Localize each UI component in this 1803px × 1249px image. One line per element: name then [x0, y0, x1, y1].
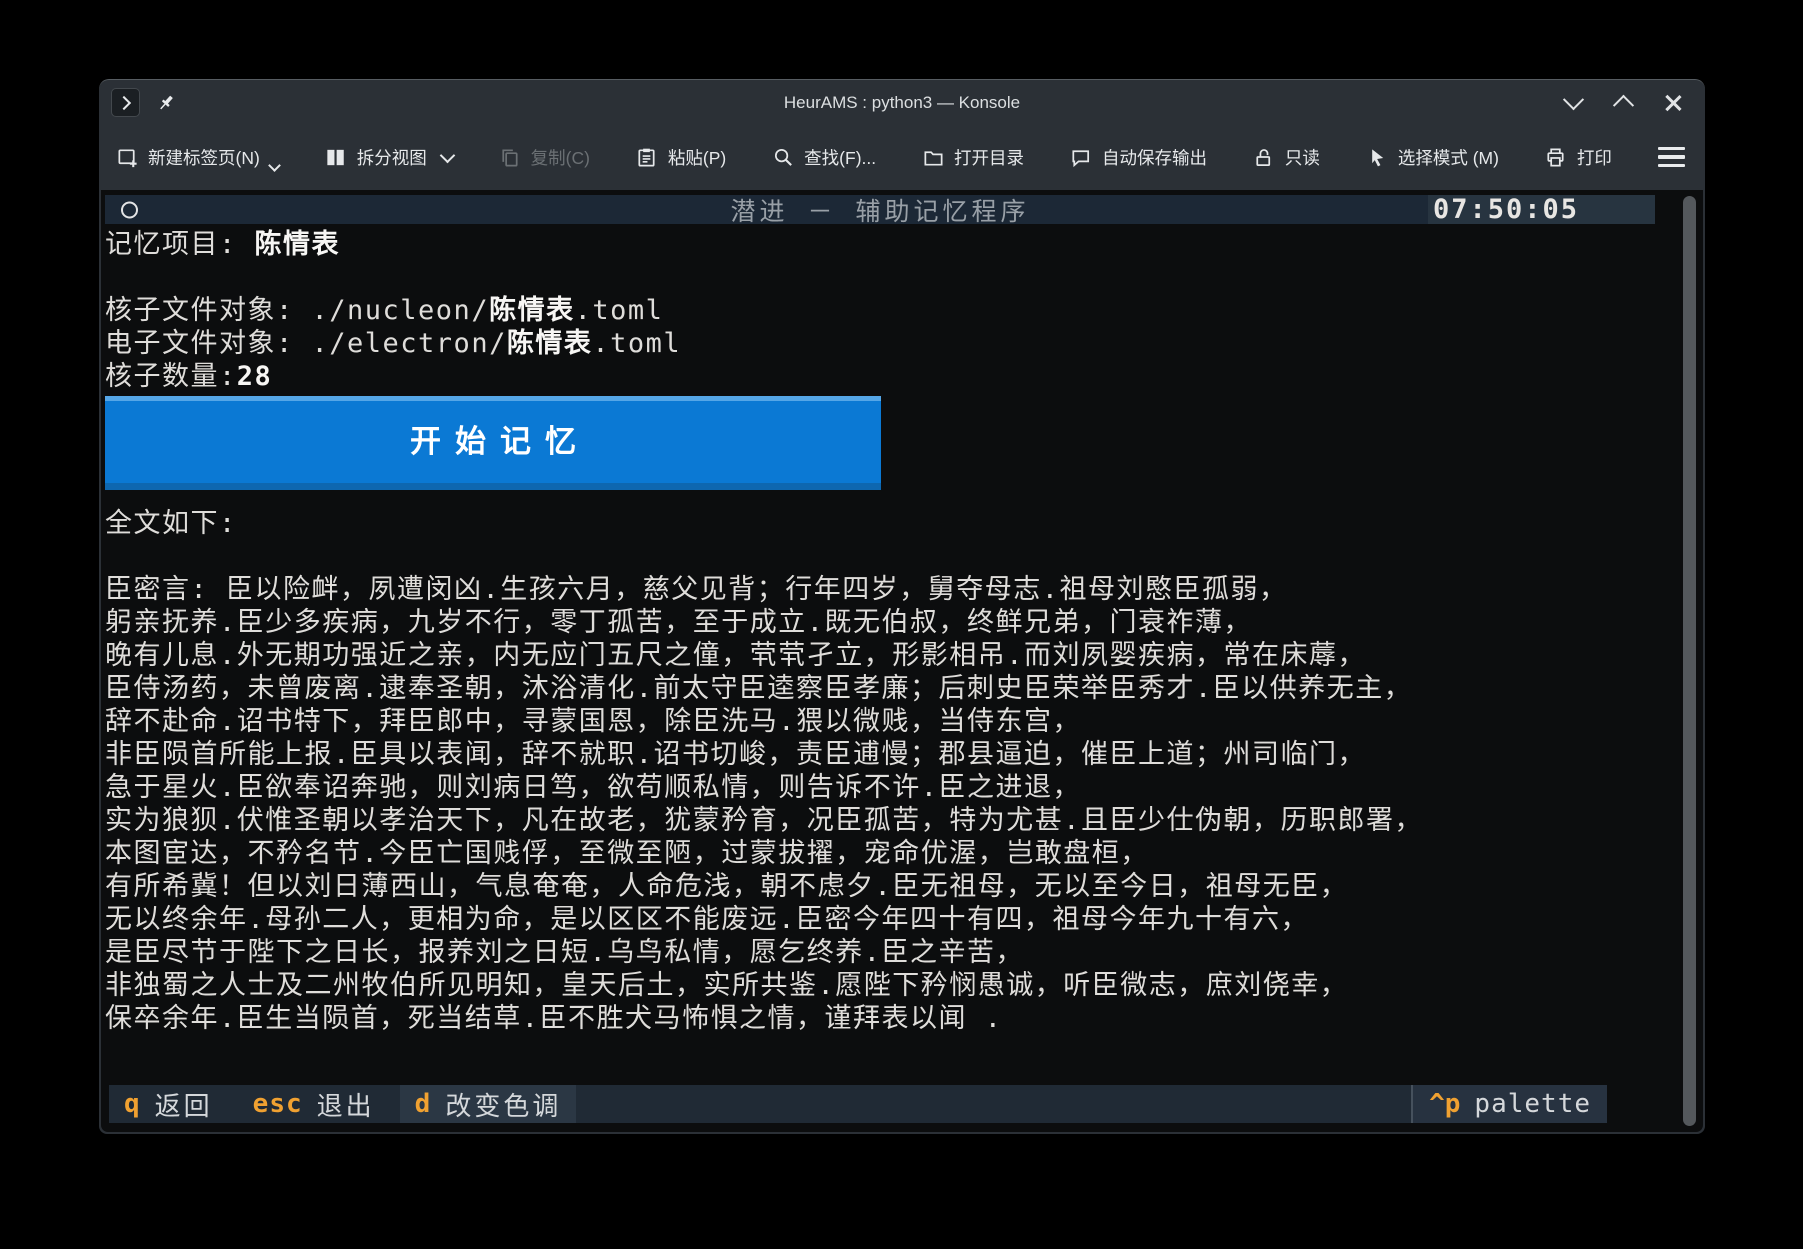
- toolbar: 新建标签页(N) 拆分视图 复制(C) 粘贴(P) 查找(F)... 打开目录 自动保存输出…: [99, 125, 1705, 189]
- toolbar-label: 打印: [1577, 145, 1612, 170]
- body-text-line: 无以终余年.母孙二人，更相为命，是以区区不能废远.臣密今年四十有四，祖母今年九十…: [105, 903, 1655, 936]
- footer-shortcuts: q 返回 esc 退出 d 改变色调: [109, 1085, 586, 1123]
- body-text-line: 本图宦达，不矜名节.今臣亡国贱俘，至微至陋，过蒙拔擢，宠命优渥，岂敢盘桓，: [105, 837, 1655, 870]
- close-icon: [1664, 94, 1682, 112]
- search-icon: [771, 145, 795, 169]
- folder-icon: [921, 145, 945, 169]
- body-text-line: 晚有儿息.外无期功强近之亲，内无应门五尺之僮，茕茕孑立，形影相吊.而刘夙婴疾病，…: [105, 639, 1655, 672]
- maximize-button[interactable]: [1613, 93, 1633, 113]
- toolbar-button-search[interactable]: 查找(F)...: [771, 145, 876, 170]
- shortcut-key: q: [124, 1089, 141, 1119]
- memorial-text: 臣密言: 臣以险衅，夙遭闵凶.生孩六月，慈父见背；行年四岁，舅夺母志.祖母刘愍臣…: [105, 573, 1655, 1035]
- body-text-line: 实为狼狈.伏惟圣朝以孝治天下，凡在故老，犹蒙矜育，况臣孤苦，特为尤甚.且臣少仕伪…: [105, 804, 1655, 837]
- toolbar-button-folder[interactable]: 打开目录: [921, 145, 1024, 170]
- shortcut-esc[interactable]: esc 退出: [238, 1085, 390, 1123]
- body-text-line: 急于星火.臣欲奉诏奔驰，则刘病日笃，欲苟顺私情，则告诉不许.臣之进退，: [105, 771, 1655, 804]
- prompt-chevron-icon: [117, 95, 131, 109]
- minimize-button[interactable]: [1563, 93, 1583, 113]
- shortcut-q[interactable]: q 返回: [109, 1085, 228, 1123]
- tui-footer-bar: q 返回 esc 退出 d 改变色调 ^p palette: [109, 1085, 1607, 1123]
- palette-label: palette: [1474, 1089, 1591, 1119]
- terminal-tab-icon[interactable]: [111, 88, 140, 117]
- pin-icon[interactable]: [155, 92, 177, 114]
- toolbar-button-paste[interactable]: 粘贴(P): [635, 145, 726, 170]
- toolbar-button-speech-bubble[interactable]: 自动保存输出: [1069, 145, 1207, 170]
- shortcut-key: esc: [253, 1089, 303, 1119]
- split-view-icon: [324, 145, 348, 169]
- toolbar-label: 自动保存输出: [1102, 145, 1207, 170]
- toolbar-label: 拆分视图: [357, 145, 427, 170]
- tui-header-bar: 潜进 － 辅助记忆程序 07:50:05: [105, 195, 1655, 224]
- shortcut-d[interactable]: d 改变色调: [400, 1085, 577, 1123]
- shortcut-key: d: [415, 1089, 432, 1119]
- close-button[interactable]: [1663, 93, 1683, 113]
- toolbar-button-split-view[interactable]: 拆分视图: [324, 145, 453, 170]
- cursor-icon: [1365, 145, 1389, 169]
- chevron-down-icon: [1562, 89, 1583, 110]
- project-value: 陈情表: [255, 229, 341, 260]
- chevron-down-icon: [439, 147, 455, 163]
- body-text-line: 有所希冀！但以刘日薄西山，气息奄奄，人命危浅，朝不虑夕.臣无祖母，无以至今日，祖…: [105, 870, 1655, 903]
- tui-content: 记忆项目: 陈情表 核子文件对象: ./nucleon/陈情表.toml 电子文…: [105, 224, 1655, 1035]
- window-controls: [1563, 93, 1683, 113]
- toolbar-label: 复制(C): [531, 145, 590, 170]
- chevron-down-icon: [268, 159, 281, 172]
- konsole-window: HeurAMS : python3 — Konsole 新建标签页(N) 拆分视图…: [99, 79, 1705, 1134]
- toolbar-label: 查找(F)...: [804, 145, 876, 170]
- palette-shortcut[interactable]: ^p palette: [1411, 1085, 1607, 1123]
- scrollbar-thumb[interactable]: [1683, 196, 1696, 1126]
- nucleon-file-line: 核子文件对象: ./nucleon/陈情表.toml: [105, 294, 1655, 327]
- toolbar-label: 选择模式 (M): [1398, 145, 1499, 170]
- body-heading: 全文如下:: [105, 507, 1655, 540]
- toolbar-button-lock-open[interactable]: 只读: [1252, 145, 1320, 170]
- body-text-line: 臣密言: 臣以险衅，夙遭闵凶.生孩六月，慈父见背；行年四岁，舅夺母志.祖母刘愍臣…: [105, 573, 1655, 606]
- new-tab-icon: [115, 145, 139, 169]
- toolbar-label: 新建标签页(N): [148, 145, 260, 170]
- body-text-line: 臣侍汤药，未曾废离.逮奉圣朝，沐浴清化.前太守臣逵察臣孝廉；后刺史臣荣举臣秀才.…: [105, 672, 1655, 705]
- toolbar-label: 只读: [1285, 145, 1320, 170]
- nucleon-count-value: 28: [237, 361, 273, 392]
- toolbar-label: 打开目录: [954, 145, 1024, 170]
- toolbar-button-copy: 复制(C): [498, 145, 590, 170]
- hamburger-menu-icon[interactable]: [1658, 147, 1685, 167]
- toolbar-button-new-tab[interactable]: 新建标签页(N): [115, 145, 279, 170]
- terminal-viewport[interactable]: 潜进 － 辅助记忆程序 07:50:05 记忆项目: 陈情表 核子文件对象: .…: [101, 190, 1703, 1132]
- chevron-up-icon: [1612, 95, 1633, 116]
- toolbar-items: 新建标签页(N) 拆分视图 复制(C) 粘贴(P) 查找(F)... 打开目录 自动保存输出…: [115, 145, 1612, 170]
- paste-icon: [635, 145, 659, 169]
- body-text-line: 是臣尽节于陛下之日长，报养刘之日短.乌鸟私情，愿乞终养.臣之辛苦，: [105, 936, 1655, 969]
- titlebar: HeurAMS : python3 — Konsole: [99, 80, 1705, 125]
- nucleon-count-line: 核子数量:28: [105, 360, 1655, 393]
- electron-file-line: 电子文件对象: ./electron/陈情表.toml: [105, 327, 1655, 360]
- tui-app: 潜进 － 辅助记忆程序 07:50:05 记忆项目: 陈情表 核子文件对象: .…: [105, 190, 1655, 1132]
- body-text-line: 非独蜀之人士及二州牧伯所见明知，皇天后土，实所共鉴.愿陛下矜悯愚诚，听臣微志，庶…: [105, 969, 1655, 1002]
- clock: 07:50:05: [1428, 195, 1655, 224]
- body-text-line: 非臣陨首所能上报.臣具以表闻，辞不就职.诏书切峻，责臣逋慢；郡县逼迫，催臣上道；…: [105, 738, 1655, 771]
- palette-key: ^p: [1429, 1089, 1460, 1119]
- spinner-circle-icon: [121, 201, 138, 218]
- body-text-line: 辞不赴命.诏书特下，拜臣郎中，寻蒙国恩，除臣洗马.猥以微贱，当侍东宫，: [105, 705, 1655, 738]
- toolbar-button-cursor[interactable]: 选择模式 (M): [1365, 145, 1499, 170]
- shortcut-label: 退出: [317, 1086, 375, 1123]
- shortcut-label: 改变色调: [445, 1086, 561, 1123]
- window-title: HeurAMS : python3 — Konsole: [784, 93, 1020, 113]
- lock-open-icon: [1252, 145, 1276, 169]
- toolbar-button-printer[interactable]: 打印: [1544, 145, 1612, 170]
- start-memorize-button[interactable]: 开始记忆: [105, 396, 881, 490]
- shortcut-label: 返回: [155, 1086, 213, 1123]
- speech-bubble-icon: [1069, 145, 1093, 169]
- project-line: 记忆项目: 陈情表: [105, 228, 1655, 261]
- body-text-line: 保卒余年.臣生当陨首，死当结草.臣不胜犬马怖惧之情，谨拜表以闻 .: [105, 1002, 1655, 1035]
- copy-icon: [498, 145, 522, 169]
- printer-icon: [1544, 145, 1568, 169]
- body-text-line: 躬亲抚养.臣少多疾病，九岁不行，零丁孤苦，至于成立.既无伯叔，终鲜兄弟，门衰祚薄…: [105, 606, 1655, 639]
- tui-app-title: 潜进 － 辅助记忆程序: [730, 192, 1029, 228]
- toolbar-label: 粘贴(P): [668, 145, 726, 170]
